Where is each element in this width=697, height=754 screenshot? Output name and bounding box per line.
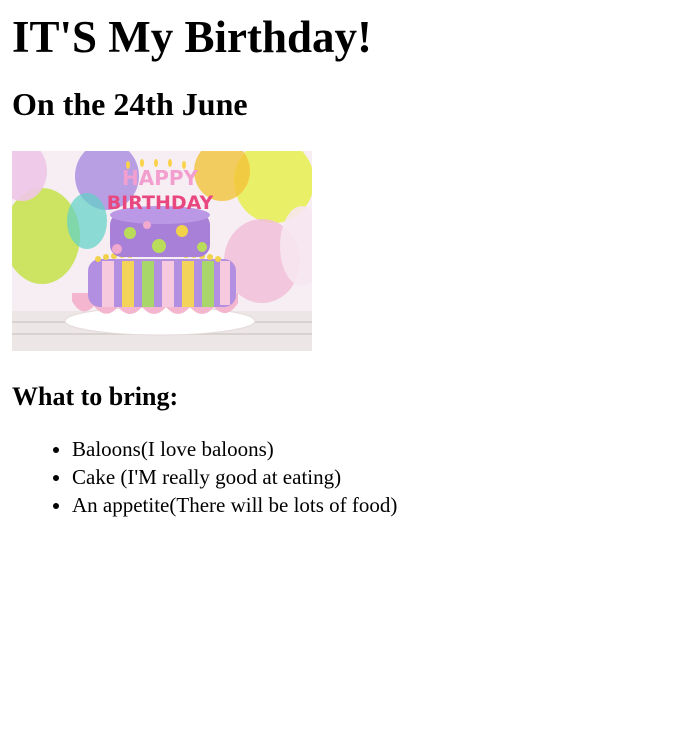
birthday-cake-image: HAPPY BIRTHDAY — [12, 151, 312, 351]
birthday-cake-illustration: HAPPY BIRTHDAY — [12, 151, 312, 351]
list-item: Baloons(I love baloons) — [72, 435, 685, 463]
page-subtitle: On the 24th June — [12, 86, 248, 122]
page: IT'S My Birthday! On the 24th June HAPPY… — [0, 0, 697, 519]
list-item: Cake (I'M really good at eating) — [72, 463, 685, 491]
bring-list: Baloons(I love baloons) Cake (I'M really… — [12, 413, 685, 519]
list-item: An appetite(There will be lots of food) — [72, 491, 685, 519]
bring-heading: What to bring: — [12, 382, 179, 411]
balloon-teal — [67, 193, 107, 249]
page-title: IT'S My Birthday! — [12, 12, 373, 62]
cake-topper-happy: HAPPY — [122, 166, 199, 190]
cake-topper-birthday: BIRTHDAY — [107, 192, 214, 214]
